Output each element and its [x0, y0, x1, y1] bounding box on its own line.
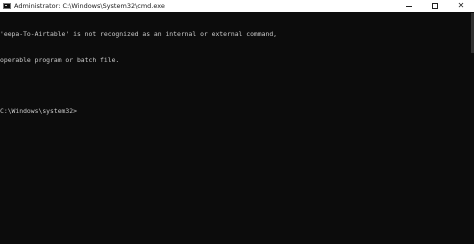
console-line-blank [0, 81, 470, 90]
close-icon: ✕ [457, 1, 465, 10]
console-prompt[interactable]: C:\Windows\system32> [0, 107, 470, 116]
maximize-button[interactable] [422, 0, 448, 12]
minimize-button[interactable] [396, 0, 422, 12]
scrollbar[interactable] [470, 13, 474, 244]
window-controls: ✕ [396, 0, 474, 12]
console-line-error-2: operable program or batch file. [0, 55, 120, 64]
cmd-window: Administrator: C:\Windows\System32\cmd.e… [0, 0, 474, 244]
console-output[interactable]: 'eepa-To-Airtable' is not recognized as … [0, 13, 470, 244]
window-title: Administrator: C:\Windows\System32\cmd.e… [14, 2, 165, 10]
close-button[interactable]: ✕ [448, 0, 474, 12]
cmd-icon [3, 3, 11, 9]
minimize-icon [406, 5, 412, 7]
maximize-icon [432, 3, 438, 9]
console-line-error: 'eepa-To-Airtable' is not recognized as … [0, 30, 278, 38]
title-bar[interactable]: Administrator: C:\Windows\System32\cmd.e… [0, 0, 474, 12]
